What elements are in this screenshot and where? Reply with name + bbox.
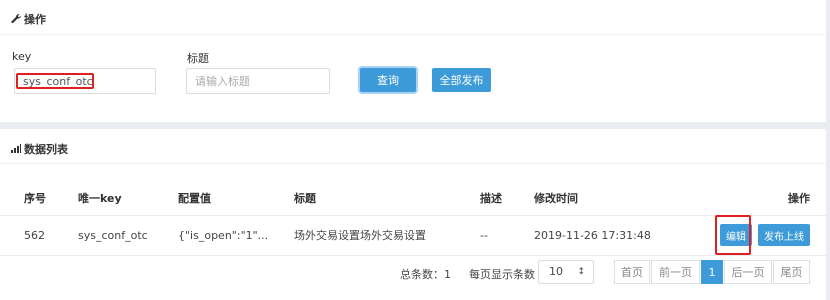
publish-online-button[interactable]: 发布上线 (758, 224, 810, 246)
page-first-button[interactable]: 首页 (614, 260, 650, 284)
page-last-button[interactable]: 尾页 (773, 260, 810, 284)
edit-button[interactable]: 编辑 (720, 224, 752, 246)
operations-divider (0, 34, 826, 35)
column-header-seq: 序号 (24, 191, 46, 205)
pagination: 总条数：1 每页显示条数 10 ↕ 首页 前一页 1 后一页 尾页 (0, 260, 826, 284)
cell-value: {"is_open":"1"... (178, 214, 294, 256)
title-label: 标题 (187, 52, 209, 65)
key-input[interactable] (14, 68, 156, 94)
cell-seq: 562 (0, 214, 78, 256)
table-header-row: 序号 唯一key 配置值 标题 描述 修改时间 操作 (0, 181, 826, 215)
cell-actions: 编辑 发布上线 (706, 214, 826, 256)
column-header-modified: 修改时间 (534, 191, 578, 205)
column-header-value: 配置值 (178, 191, 211, 205)
table-row: 562 sys_conf_otc {"is_open":"1"... 场外交易设… (0, 214, 826, 256)
data-table: 序号 唯一key 配置值 标题 描述 修改时间 操作 562 sys_conf_… (0, 181, 826, 256)
column-header-desc: 描述 (480, 191, 502, 205)
data-list-title: 数据列表 (24, 143, 68, 156)
per-page-label: 每页显示条数 (469, 268, 535, 281)
query-button[interactable]: 查询 (360, 68, 416, 92)
bar-chart-icon (11, 143, 21, 156)
publish-all-button[interactable]: 全部发布 (432, 68, 491, 92)
cell-modified: 2019-11-26 17:31:48 (534, 214, 706, 256)
cell-desc: -- (480, 214, 534, 256)
operations-panel: 操作 key 标题 查询 全部发布 (0, 0, 826, 122)
cell-key: sys_conf_otc (78, 214, 178, 256)
total-count: 总条数：1 (400, 268, 451, 281)
per-page-value: 10 (549, 265, 563, 278)
page-current-button[interactable]: 1 (701, 260, 723, 284)
key-label: key (12, 50, 32, 63)
data-list-divider (0, 163, 826, 164)
column-header-actions: 操作 (788, 191, 810, 205)
operations-title: 操作 (24, 13, 46, 26)
data-list-header: 数据列表 (11, 141, 68, 157)
edit-wrap: 编辑 (715, 215, 752, 255)
column-header-title: 标题 (294, 191, 316, 205)
operations-header: 操作 (11, 11, 46, 27)
cell-title: 场外交易设置场外交易设置 (294, 214, 480, 256)
data-list-panel: 数据列表 序号 唯一key 配置值 标题 描述 修改时间 操作 562 sys_… (0, 129, 826, 300)
row-actions: 编辑 发布上线 (715, 215, 810, 255)
page-prev-button[interactable]: 前一页 (651, 260, 700, 284)
page-next-button[interactable]: 后一页 (724, 260, 772, 284)
column-header-key: 唯一key (78, 191, 122, 205)
wrench-icon (11, 13, 22, 26)
per-page-select[interactable]: 10 ↕ (538, 260, 594, 284)
title-input[interactable] (186, 68, 330, 94)
sort-caret-icon: ↕ (577, 267, 585, 277)
